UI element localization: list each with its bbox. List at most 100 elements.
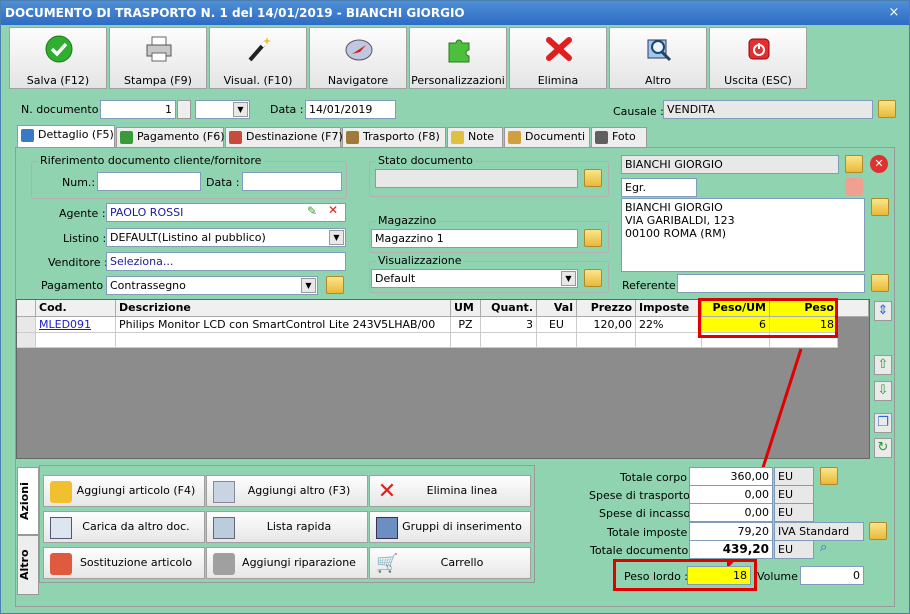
totale-documento-currency: EU: [774, 540, 814, 559]
row-selector[interactable]: [17, 317, 36, 333]
referente-folder-icon[interactable]: [871, 274, 889, 292]
row-quant[interactable]: 3: [481, 317, 537, 333]
delete-line-icon: ✕: [377, 479, 397, 504]
venditore-input[interactable]: Seleziona...: [106, 252, 346, 271]
address-box[interactable]: BIANCHI GIORGIO VIA GARIBALDI, 123 00100…: [621, 198, 865, 272]
print-button[interactable]: Stampa (F9): [109, 27, 207, 89]
row-val[interactable]: EU: [537, 317, 577, 333]
payment-icon: [120, 131, 133, 144]
listino-select[interactable]: DEFAULT(Listino al pubblico) ▼: [106, 228, 346, 247]
tab-note[interactable]: Note: [447, 127, 503, 147]
printer-icon: [146, 36, 172, 62]
grid-header: Quant.: [481, 300, 537, 317]
person-icon[interactable]: [845, 178, 863, 196]
navigator-button[interactable]: Navigatore: [309, 27, 407, 89]
load-doc-button[interactable]: Carica da altro doc.: [43, 511, 205, 543]
ndoc-input[interactable]: 1: [100, 100, 176, 119]
address-line: 00100 ROMA (RM): [625, 227, 727, 240]
tab-trasporto[interactable]: Trasporto (F8): [342, 127, 446, 147]
volume-value[interactable]: 0: [800, 566, 864, 585]
causale-input[interactable]: VENDITA: [663, 100, 873, 119]
cart-icon: 🛒: [376, 553, 399, 574]
cart-button[interactable]: 🛒 Carrello: [369, 547, 531, 579]
incasso-label: Spese di incasso :: [599, 507, 698, 520]
copy-icon[interactable]: ❐: [874, 413, 892, 433]
empty-row-selector[interactable]: [17, 333, 36, 348]
row-cod-link[interactable]: MLED091: [36, 317, 116, 333]
highlight-box-peso-lordo: [613, 559, 757, 591]
magic-wand-icon: [248, 37, 271, 62]
magazzino-folder-icon[interactable]: [584, 229, 602, 247]
groups-button[interactable]: Gruppi di inserimento: [369, 511, 531, 543]
empty-cell[interactable]: [451, 333, 481, 348]
remove-agent-icon[interactable]: ✕: [328, 203, 338, 217]
address-folder-icon[interactable]: [871, 198, 889, 216]
empty-cell[interactable]: [36, 333, 116, 348]
date-input[interactable]: 14/01/2019: [305, 100, 396, 119]
title-input[interactable]: Egr.: [621, 178, 697, 197]
tab-foto[interactable]: Foto: [591, 127, 647, 147]
imposte-folder-icon[interactable]: [869, 522, 887, 540]
listino-label: Listino :: [63, 232, 107, 245]
exit-button[interactable]: Uscita (ESC): [709, 27, 807, 89]
rif-num-input[interactable]: [97, 172, 201, 191]
row-imposte[interactable]: 22%: [636, 317, 702, 333]
row-um[interactable]: PZ: [451, 317, 481, 333]
cliente-name-input[interactable]: BIANCHI GIORGIO: [621, 155, 839, 174]
move-down-icon[interactable]: ⇩: [874, 381, 892, 401]
row-prezzo[interactable]: 120,00: [577, 317, 636, 333]
pencil-icon[interactable]: ✎: [307, 204, 317, 218]
pagamento-folder-icon[interactable]: [326, 276, 344, 294]
rif-date-input[interactable]: [242, 172, 342, 191]
delete-button[interactable]: Elimina: [509, 27, 607, 89]
save-button[interactable]: Salva (F12): [9, 27, 107, 89]
tab-dettaglio[interactable]: Dettaglio (F5): [17, 125, 115, 147]
customizations-button[interactable]: Personalizzazioni: [409, 27, 507, 89]
load-doc-icon: [50, 517, 72, 539]
trasporto-value[interactable]: 0,00: [689, 485, 773, 504]
quick-list-button[interactable]: Lista rapida: [206, 511, 368, 543]
title-bar: DOCUMENTO DI TRASPORTO N. 1 del 14/01/20…: [1, 1, 909, 25]
tab-altro[interactable]: Altro: [17, 535, 39, 595]
pagamento-select[interactable]: Contrassegno ▼: [106, 276, 318, 295]
refresh-icon[interactable]: ↻: [874, 438, 892, 458]
add-article-button[interactable]: Aggiungi articolo (F4): [43, 475, 205, 507]
ndoc-suffix-select[interactable]: ▼: [195, 100, 250, 119]
search-icon[interactable]: ⌕: [820, 540, 836, 556]
delete-line-button[interactable]: ✕ Elimina linea: [369, 475, 531, 507]
visualizzazione-folder-icon[interactable]: [584, 269, 602, 287]
chevron-down-icon: ▼: [233, 102, 248, 117]
totale-corpo-folder-icon[interactable]: [820, 467, 838, 485]
preview-button[interactable]: Visual. (F10): [209, 27, 307, 89]
stato-input[interactable]: [375, 169, 578, 188]
incasso-value[interactable]: 0,00: [689, 503, 773, 522]
other-button[interactable]: Altro: [609, 27, 707, 89]
clear-cliente-icon[interactable]: ✕: [870, 155, 888, 173]
row-desc[interactable]: Philips Monitor LCD con SmartControl Lit…: [116, 317, 451, 333]
empty-cell[interactable]: [636, 333, 702, 348]
close-button[interactable]: ×: [885, 4, 903, 22]
empty-cell[interactable]: [481, 333, 537, 348]
imposte-type: IVA Standard: [774, 522, 864, 541]
tab-azioni[interactable]: Azioni: [17, 467, 39, 535]
tab-documenti[interactable]: Documenti: [504, 127, 590, 147]
magazzino-input[interactable]: Magazzino 1: [371, 229, 578, 248]
empty-cell[interactable]: [537, 333, 577, 348]
causale-folder-icon[interactable]: [878, 100, 896, 118]
stato-folder-icon[interactable]: [584, 169, 602, 187]
empty-cell[interactable]: [577, 333, 636, 348]
move-up-icon[interactable]: ⇧: [874, 355, 892, 375]
replace-article-button[interactable]: Sostituzione articolo: [43, 547, 205, 579]
ndoc-spin[interactable]: [177, 100, 191, 119]
scroll-up-down-icon[interactable]: ⇕: [874, 301, 892, 321]
cliente-folder-icon[interactable]: [845, 155, 863, 173]
tab-destinazione[interactable]: Destinazione (F7): [225, 127, 343, 147]
referente-input[interactable]: [677, 274, 865, 293]
causale-label: Causale :: [613, 105, 664, 118]
add-repair-button[interactable]: Aggiungi riparazione: [206, 547, 368, 579]
empty-cell[interactable]: [116, 333, 451, 348]
add-other-button[interactable]: Aggiungi altro (F3): [206, 475, 368, 507]
agent-label: Agente :: [59, 207, 106, 220]
visualizzazione-select[interactable]: Default ▼: [371, 269, 578, 288]
tab-pagamento[interactable]: Pagamento (F6): [116, 127, 225, 147]
